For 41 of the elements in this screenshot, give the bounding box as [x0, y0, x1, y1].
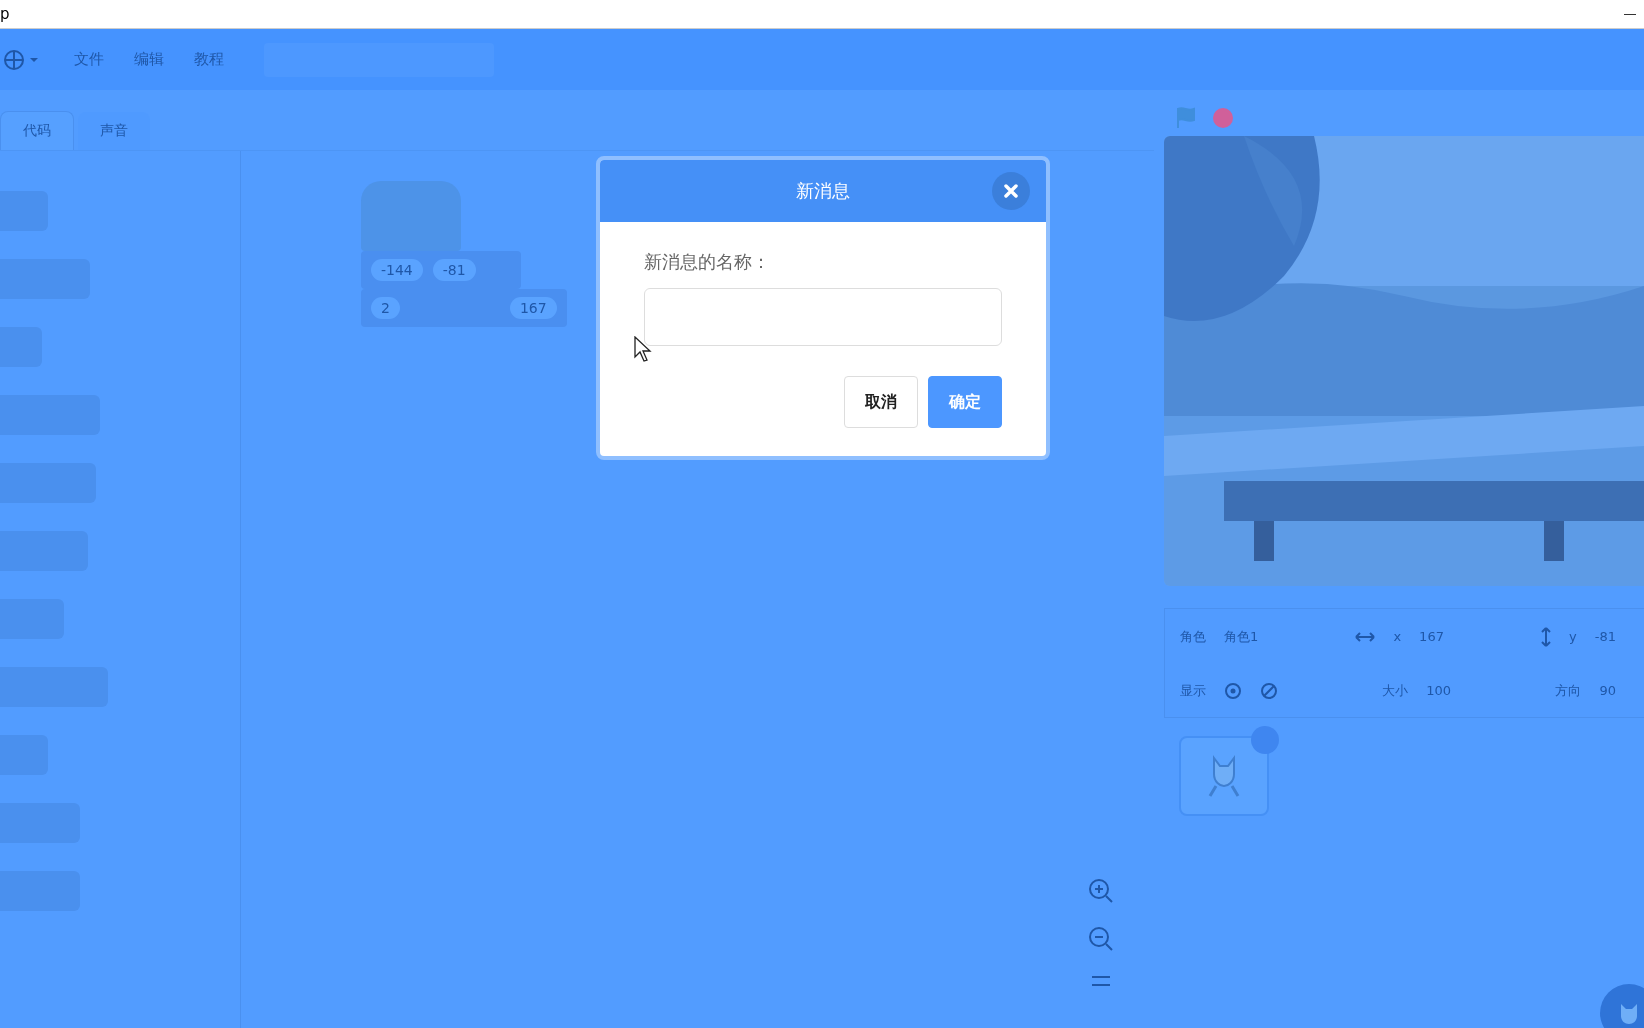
window-title: p — [0, 5, 10, 23]
motion-block[interactable]: -144 -81 — [361, 251, 521, 289]
y-axis-icon — [1541, 626, 1552, 647]
sprite-name-field[interactable]: 角色1 — [1224, 627, 1259, 646]
close-button[interactable] — [992, 172, 1030, 210]
x-axis-icon — [1355, 631, 1376, 642]
cursor-icon — [634, 336, 652, 362]
confirm-button[interactable]: 确定 — [928, 376, 1002, 428]
editor-tab[interactable]: 代码 — [0, 111, 74, 150]
flag-icon[interactable] — [1174, 106, 1198, 130]
x-label: x — [1393, 629, 1402, 644]
direction-field[interactable]: 90 — [1599, 683, 1616, 698]
y-field[interactable]: -81 — [1594, 629, 1616, 644]
close-icon — [1004, 184, 1018, 198]
menu-item[interactable]: 编辑 — [134, 50, 164, 69]
menu-item[interactable]: 文件 — [74, 50, 104, 69]
zoom-in-icon[interactable] — [1088, 878, 1114, 904]
number-input[interactable]: -81 — [432, 259, 476, 281]
delete-button[interactable] — [1251, 726, 1279, 754]
number-input[interactable]: 2 — [371, 297, 400, 319]
motion-block[interactable]: 2 167 — [361, 289, 567, 327]
hidden-icon[interactable] — [1260, 681, 1278, 700]
eye-icon[interactable] — [1224, 681, 1242, 700]
number-input[interactable]: -144 — [371, 259, 423, 281]
direction-label: 方向 — [1555, 681, 1582, 700]
size-label: 大小 — [1382, 681, 1409, 700]
stop-icon[interactable] — [1212, 107, 1234, 129]
y-label: y — [1569, 629, 1577, 644]
size-field[interactable]: 100 — [1426, 683, 1452, 698]
x-field[interactable]: 167 — [1419, 629, 1444, 644]
dialog-title: 新消息 — [796, 179, 850, 203]
sprite-label: 角色 — [1180, 627, 1206, 646]
show-label: 显示 — [1180, 681, 1206, 700]
sprite-thumbnail[interactable] — [1179, 736, 1269, 816]
tutorial-menu[interactable]: 教程 — [194, 50, 224, 69]
minimize-button[interactable] — [1624, 13, 1636, 15]
cancel-button[interactable]: 取消 — [844, 376, 918, 428]
field-label: 新消息的名称： — [644, 250, 771, 274]
zoom-out-icon[interactable] — [1088, 926, 1114, 952]
message-name-field[interactable] — [644, 288, 1002, 346]
number-input[interactable]: 167 — [509, 297, 557, 319]
